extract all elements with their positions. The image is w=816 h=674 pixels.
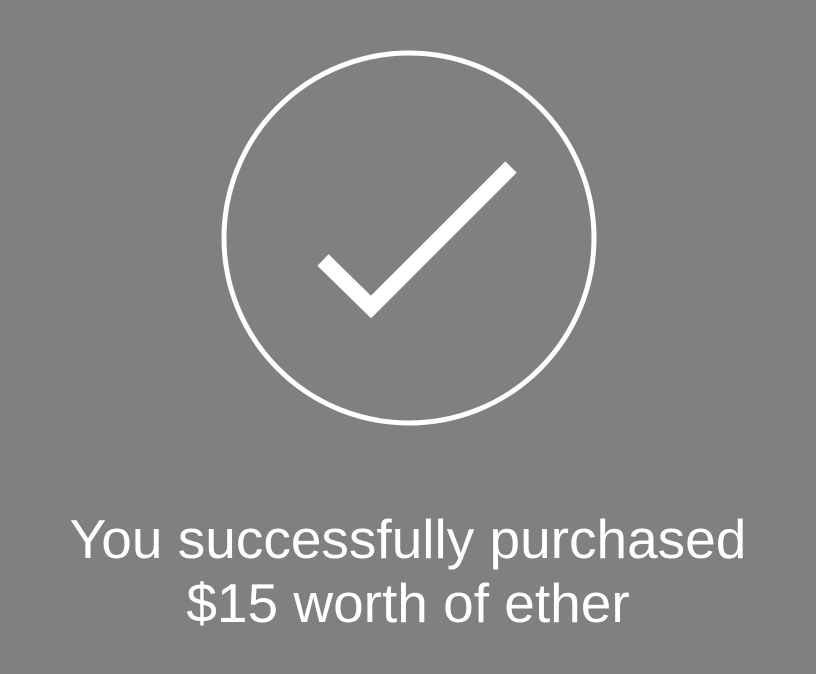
message-line-1: You successfully purchased [69, 508, 747, 570]
purchase-success-message: You successfully purchased $15 worth of … [0, 507, 816, 635]
circle-outline [221, 50, 597, 426]
purchase-success-screen: You successfully purchased $15 worth of … [0, 0, 816, 674]
checkmark-icon [317, 161, 517, 319]
message-line-2: $15 worth of ether [186, 572, 630, 634]
success-check-circle-icon [220, 49, 598, 427]
